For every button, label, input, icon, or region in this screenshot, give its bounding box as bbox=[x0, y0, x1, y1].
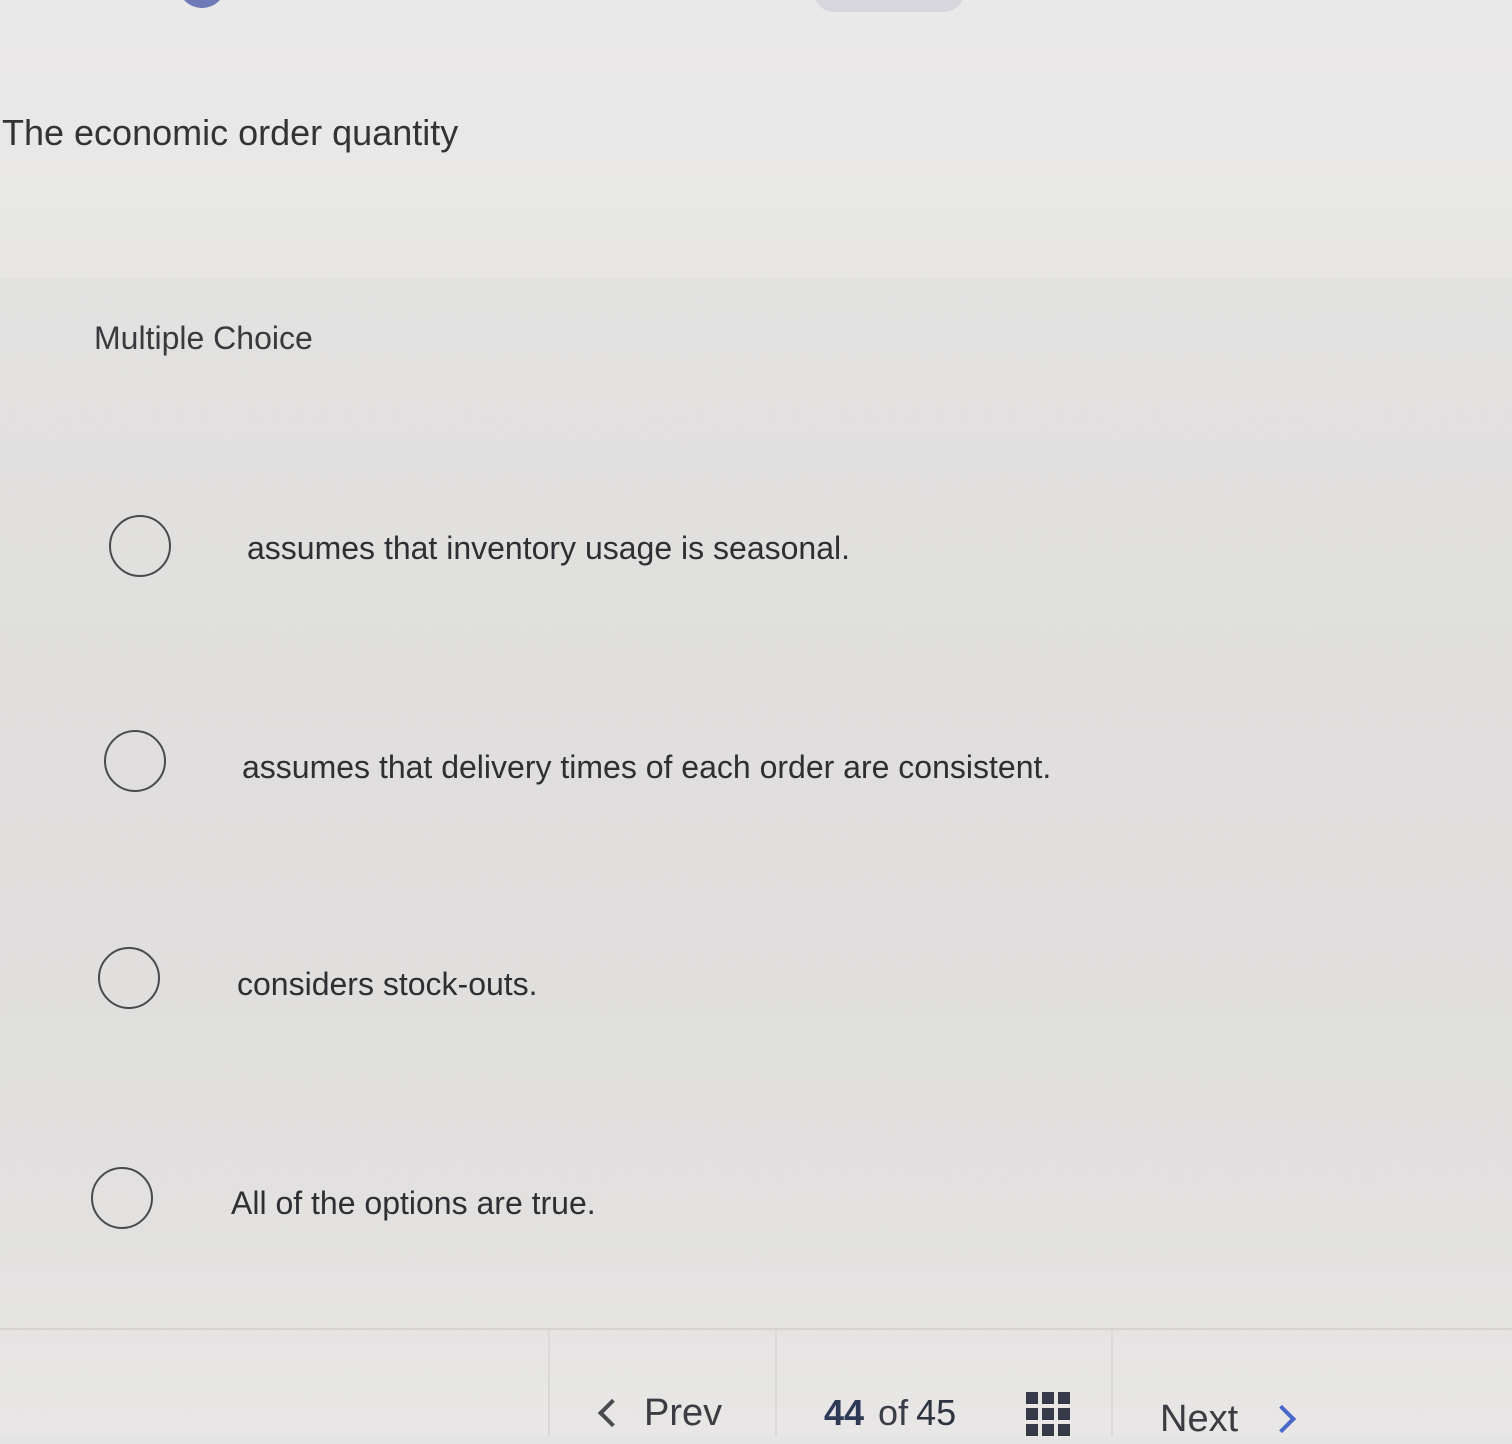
prev-label[interactable]: Prev bbox=[644, 1392, 722, 1435]
question-navigation: Prev 44 of 45 Next bbox=[0, 1330, 1512, 1440]
radio-button[interactable] bbox=[91, 1167, 153, 1229]
header-tab-shape bbox=[814, 0, 964, 12]
question-grid-icon[interactable] bbox=[1026, 1392, 1072, 1437]
answer-option-4[interactable]: All of the options are true. bbox=[0, 1166, 1512, 1236]
radio-button[interactable] bbox=[98, 947, 160, 1009]
radio-button[interactable] bbox=[104, 730, 166, 792]
question-prompt: The economic order quantity bbox=[2, 112, 459, 153]
nav-separator bbox=[548, 1330, 550, 1437]
question-type-label: Multiple Choice bbox=[94, 320, 313, 356]
answer-option-label[interactable]: All of the options are true. bbox=[231, 1185, 596, 1222]
prev-button[interactable]: Prev bbox=[594, 1388, 722, 1438]
answer-option-3[interactable]: considers stock-outs. bbox=[0, 946, 1512, 1016]
answer-option-label[interactable]: assumes that delivery times of each orde… bbox=[242, 749, 1051, 786]
current-page-number: 44 bbox=[824, 1392, 865, 1433]
nav-separator bbox=[775, 1330, 777, 1437]
answer-option-1[interactable]: assumes that inventory usage is seasonal… bbox=[0, 514, 1512, 584]
answer-option-label[interactable]: considers stock-outs. bbox=[237, 966, 538, 1003]
page-indicator: 44 of 45 bbox=[824, 1392, 956, 1434]
answer-option-2[interactable]: assumes that delivery times of each orde… bbox=[0, 729, 1512, 799]
chevron-left-icon bbox=[597, 1398, 627, 1428]
total-pages: 45 bbox=[916, 1392, 957, 1433]
header-accent-shape bbox=[178, 0, 226, 8]
radio-button[interactable] bbox=[109, 515, 171, 577]
next-label[interactable]: Next bbox=[1160, 1398, 1238, 1441]
chevron-right-icon bbox=[1267, 1404, 1297, 1434]
nav-separator bbox=[1111, 1330, 1113, 1437]
of-label: of bbox=[878, 1392, 909, 1433]
answer-option-label[interactable]: assumes that inventory usage is seasonal… bbox=[247, 530, 850, 567]
